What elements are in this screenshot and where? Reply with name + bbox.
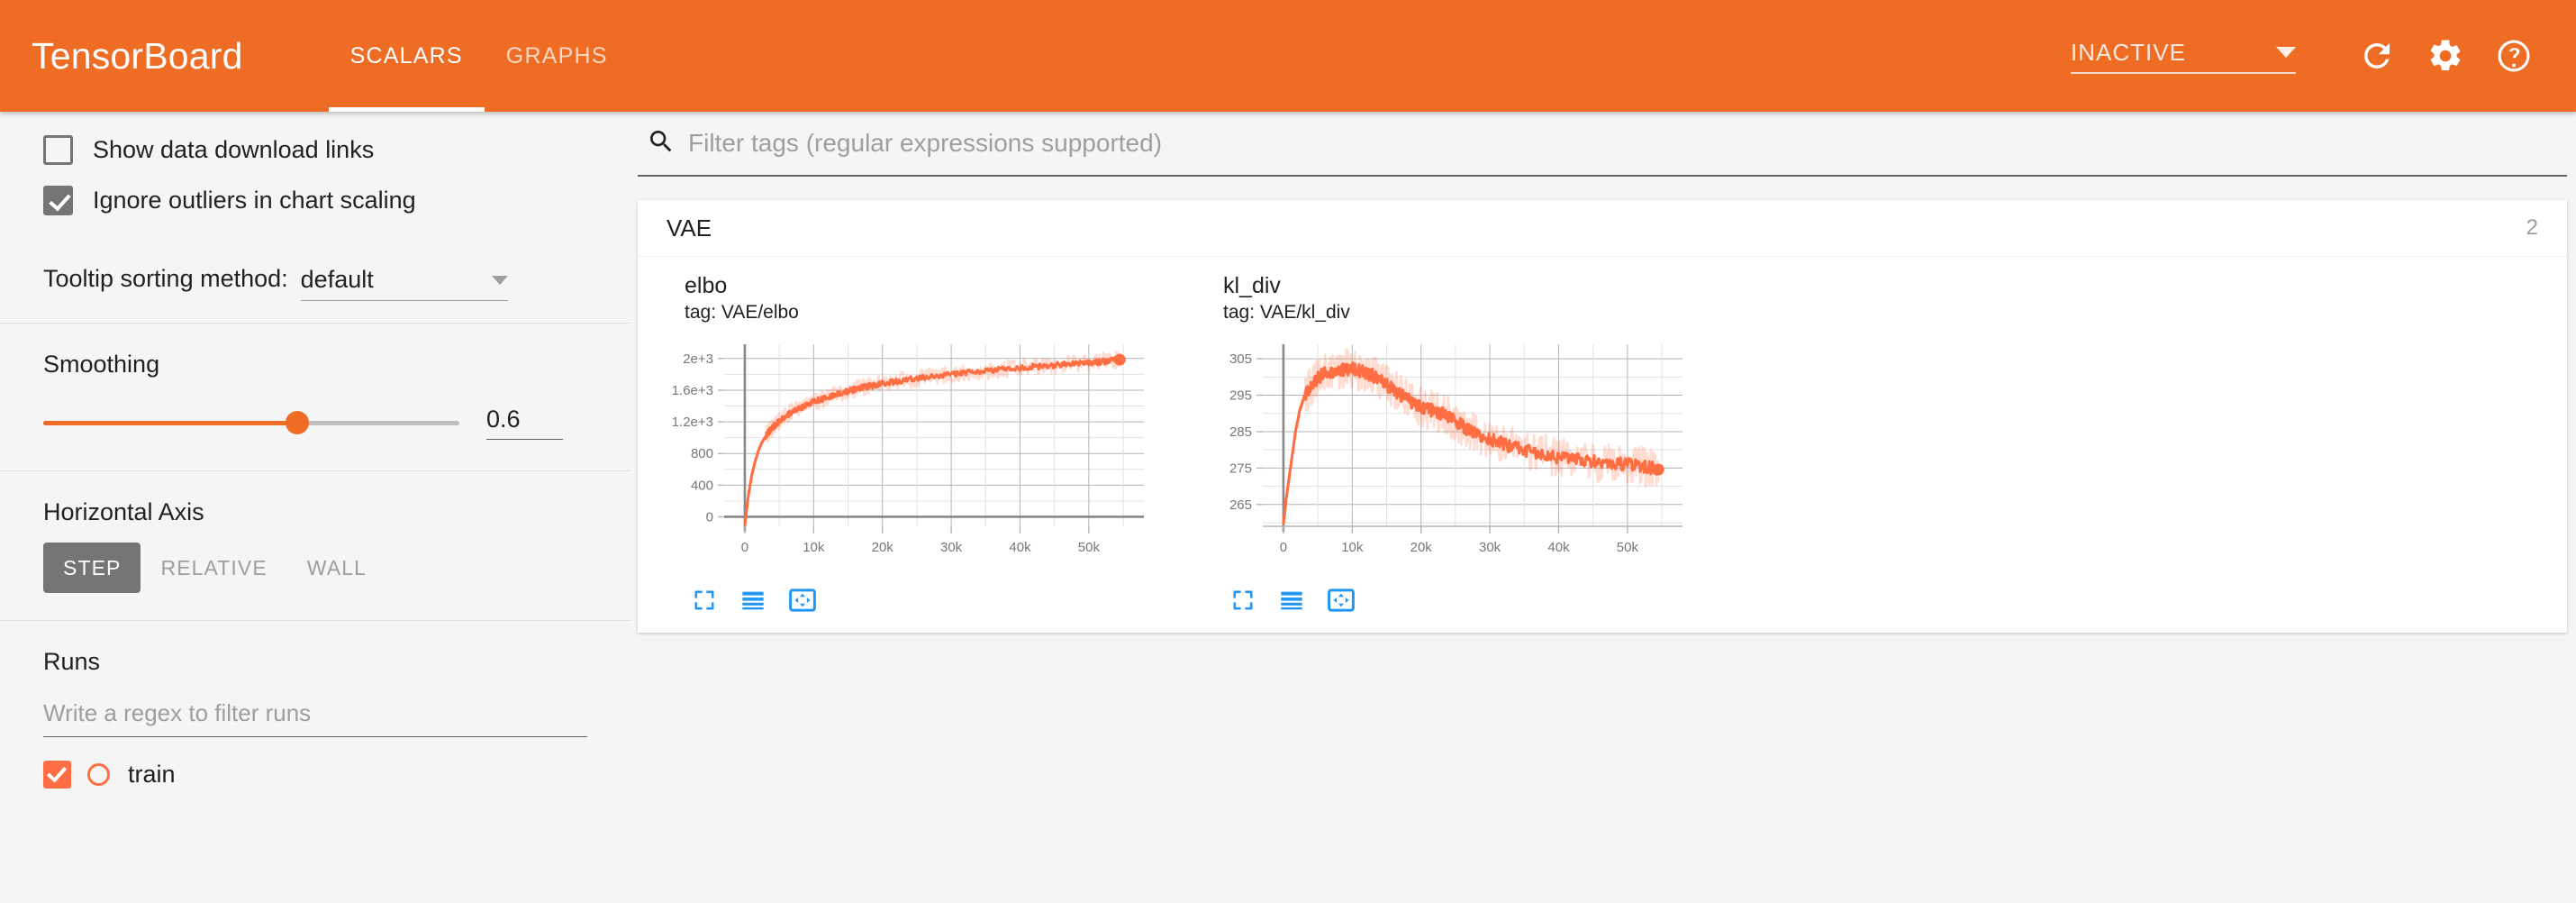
run-color-dot-icon: [87, 763, 110, 786]
chart-title-kl-div: kl_div: [1223, 273, 1281, 298]
chart-toolbar-kl-div: [1230, 588, 1693, 613]
reset-axis-icon[interactable]: [789, 588, 816, 613]
tooltip-sorting-value: default: [300, 266, 374, 293]
axis-btn-relative[interactable]: RELATIVE: [141, 543, 286, 593]
smoothing-slider[interactable]: [43, 411, 459, 434]
smoothing-section: Smoothing 0.6: [0, 324, 630, 440]
runs-filter-placeholder: Write a regex to filter runs: [43, 699, 312, 726]
data-lines-icon[interactable]: [740, 588, 766, 613]
svg-text:265: 265: [1229, 497, 1252, 513]
ignore-outliers-label: Ignore outliers in chart scaling: [93, 186, 416, 214]
ignore-outliers-checkbox[interactable]: [43, 185, 73, 215]
tag-group-header[interactable]: VAE 2: [638, 200, 2567, 257]
svg-text:10k: 10k: [803, 540, 825, 555]
axis-btn-wall[interactable]: WALL: [287, 543, 386, 593]
reset-axis-icon[interactable]: [1328, 588, 1355, 613]
smoothing-title: Smoothing: [43, 351, 160, 378]
slider-fill: [43, 420, 297, 425]
svg-text:30k: 30k: [1479, 540, 1501, 555]
chart-tag-elbo: tag: VAE/elbo: [685, 301, 799, 323]
svg-text:0: 0: [1280, 540, 1287, 555]
svg-text:20k: 20k: [872, 540, 894, 555]
plot-kl-div[interactable]: 265 275 285 295 305 0 10k 20k 30k 40k 50k: [1189, 335, 1693, 579]
refresh-icon[interactable]: [2349, 28, 2405, 84]
chart-tag-kl-div: tag: VAE/kl_div: [1223, 301, 1350, 323]
expand-icon[interactable]: [692, 588, 717, 613]
tag-group-card: VAE 2 elbo tag: VAE/elbo 0 400 800 1.2e+3 1.…: [638, 200, 2567, 633]
run-status-value: INACTIVE: [2071, 38, 2186, 66]
chart-title-elbo: elbo: [685, 273, 728, 298]
tab-graphs[interactable]: GRAPHS: [485, 0, 630, 112]
tooltip-sorting-label: Tooltip sorting method:: [43, 265, 288, 292]
svg-text:50k: 50k: [1617, 540, 1639, 555]
run-checkbox[interactable]: [43, 761, 71, 789]
header-actions: INACTIVE: [2071, 28, 2542, 84]
svg-text:800: 800: [691, 446, 713, 461]
search-icon: [647, 127, 676, 160]
svg-text:40k: 40k: [1547, 540, 1570, 555]
expand-icon[interactable]: [1230, 588, 1256, 613]
svg-text:2e+3: 2e+3: [683, 351, 713, 367]
horizontal-axis-buttons: STEP RELATIVE WALL: [43, 543, 587, 593]
chart-tile-elbo: elbo tag: VAE/elbo 0 400 800 1.2e+3 1.6e+3 2e…: [650, 273, 1155, 613]
svg-text:10k: 10k: [1341, 540, 1364, 555]
tooltip-sorting-row: Tooltip sorting method: default: [43, 247, 587, 301]
chevron-down-icon: [491, 275, 508, 285]
app-brand: TensorBoard: [32, 34, 243, 77]
svg-text:285: 285: [1229, 424, 1252, 440]
show-download-links-checkbox[interactable]: [43, 134, 73, 165]
tag-filter-placeholder: Filter tags (regular expressions support…: [688, 129, 1163, 157]
chart-tile-kl-div: kl_div tag: VAE/kl_div 265 275 285 295 305 0 1…: [1189, 273, 1693, 613]
run-status-select[interactable]: INACTIVE: [2071, 39, 2296, 74]
runs-section: Runs Write a regex to filter runs train: [0, 621, 630, 789]
chevron-down-icon: [2276, 47, 2296, 58]
tag-group-count: 2: [2526, 215, 2538, 240]
help-icon[interactable]: [2486, 28, 2542, 84]
svg-text:400: 400: [691, 478, 713, 493]
chart-toolbar-elbo: [692, 588, 1155, 613]
charts-container: elbo tag: VAE/elbo 0 400 800 1.2e+3 1.6e+3 2e…: [638, 257, 2567, 633]
show-download-links-checkbox-row[interactable]: Show data download links: [43, 124, 587, 175]
sidebar: Show data download links Ignore outliers…: [0, 112, 630, 903]
svg-text:305: 305: [1229, 351, 1252, 367]
app-header: TensorBoard SCALARS GRAPHS INACTIVE: [0, 0, 2576, 112]
tag-group-title: VAE: [667, 214, 712, 242]
tooltip-sorting-select[interactable]: default: [300, 266, 508, 301]
ignore-outliers-checkbox-row[interactable]: Ignore outliers in chart scaling: [43, 175, 587, 225]
runs-title: Runs: [43, 648, 101, 675]
svg-text:30k: 30k: [940, 540, 963, 555]
run-label: train: [128, 761, 176, 788]
tag-filter-bar[interactable]: Filter tags (regular expressions support…: [638, 112, 2567, 177]
svg-text:275: 275: [1229, 461, 1252, 476]
svg-text:50k: 50k: [1078, 540, 1101, 555]
svg-text:295: 295: [1229, 388, 1252, 404]
data-lines-icon[interactable]: [1279, 588, 1304, 613]
main-content: Filter tags (regular expressions support…: [630, 112, 2576, 903]
svg-text:20k: 20k: [1410, 540, 1433, 555]
horizontal-axis-title: Horizontal Axis: [43, 498, 204, 525]
svg-text:1.6e+3: 1.6e+3: [672, 383, 713, 398]
runs-filter-input[interactable]: Write a regex to filter runs: [43, 699, 587, 737]
show-download-links-label: Show data download links: [93, 135, 375, 163]
run-item-train[interactable]: train: [43, 761, 587, 789]
svg-text:1.2e+3: 1.2e+3: [672, 415, 713, 430]
slider-thumb[interactable]: [285, 411, 309, 434]
smoothing-value: 0.6: [486, 406, 521, 433]
plot-elbo[interactable]: 0 400 800 1.2e+3 1.6e+3 2e+3 0 10k 20k 30k 40k 50k: [650, 335, 1155, 579]
svg-text:0: 0: [741, 540, 748, 555]
sidebar-options: Show data download links Ignore outliers…: [0, 112, 630, 301]
horizontal-axis-section: Horizontal Axis STEP RELATIVE WALL: [0, 471, 630, 593]
smoothing-row: 0.6: [43, 406, 587, 440]
nav-tabs: SCALARS GRAPHS: [328, 0, 630, 112]
axis-btn-step[interactable]: STEP: [43, 543, 141, 593]
smoothing-value-field[interactable]: 0.6: [486, 406, 563, 440]
tab-scalars[interactable]: SCALARS: [328, 0, 485, 112]
svg-text:40k: 40k: [1009, 540, 1031, 555]
gear-icon[interactable]: [2417, 28, 2473, 84]
svg-text:0: 0: [706, 509, 713, 524]
